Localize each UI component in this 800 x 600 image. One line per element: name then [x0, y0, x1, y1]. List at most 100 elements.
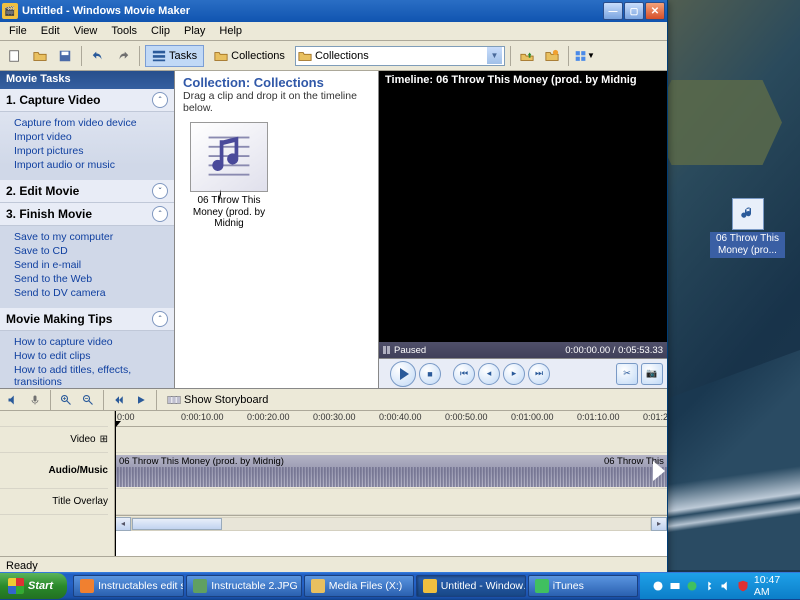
- audio-clip-repeat-label[interactable]: 06 Throw This Money (prod. by Mid: [600, 455, 667, 487]
- step-back-button[interactable]: ◂: [478, 363, 500, 385]
- scroll-thumb[interactable]: [132, 518, 222, 530]
- maximize-button[interactable]: ▢: [624, 2, 644, 20]
- stop-button[interactable]: ■: [419, 363, 441, 385]
- shield-icon[interactable]: [737, 579, 749, 593]
- task-group-edit[interactable]: 2. Edit Movie ˇ: [0, 180, 174, 203]
- rewind-timeline-button[interactable]: [110, 391, 128, 409]
- link-import-audio[interactable]: Import audio or music: [14, 158, 168, 172]
- task-group-tips[interactable]: Movie Making Tips ˆ: [0, 308, 174, 331]
- show-storyboard-label: Show Storyboard: [184, 394, 268, 406]
- start-button[interactable]: Start: [0, 573, 67, 599]
- collections-toggle[interactable]: Collections: [207, 45, 292, 67]
- taskbar-item-2[interactable]: Media Files (X:): [304, 575, 414, 597]
- chevron-up-icon: ˆ: [152, 311, 168, 327]
- window-titlebar[interactable]: 🎬 Untitled - Windows Movie Maker — ▢: [0, 0, 667, 22]
- bluetooth-icon[interactable]: [703, 579, 715, 593]
- redo-button[interactable]: [112, 45, 134, 67]
- tray-icon[interactable]: [652, 579, 664, 593]
- view-mode-button[interactable]: ▼: [574, 45, 596, 67]
- tasks-icon: [152, 49, 166, 63]
- taskbar-item-0[interactable]: Instructables edit st…: [73, 575, 184, 597]
- movie-maker-window: 🎬 Untitled - Windows Movie Maker — ▢ Fil…: [0, 0, 668, 575]
- link-send-web[interactable]: Send to the Web: [14, 272, 168, 286]
- expand-video-icon[interactable]: ⊞: [100, 434, 108, 445]
- menu-bar: File Edit View Tools Clip Play Help: [0, 22, 667, 41]
- desktop-file-icon[interactable]: 06 Throw This Money (pro...: [710, 198, 785, 258]
- snapshot-button[interactable]: 📷: [641, 363, 663, 385]
- taskbar-item-4[interactable]: iTunes: [528, 575, 638, 597]
- menu-edit[interactable]: Edit: [34, 24, 67, 38]
- link-import-pictures[interactable]: Import pictures: [14, 144, 168, 158]
- save-project-button[interactable]: [54, 45, 76, 67]
- title-overlay-track[interactable]: [115, 489, 667, 515]
- link-howto-edit[interactable]: How to edit clips: [14, 349, 168, 363]
- zoom-in-button[interactable]: [57, 391, 75, 409]
- task-group-capture[interactable]: 1. Capture Video ˆ: [0, 89, 174, 112]
- link-capture-device[interactable]: Capture from video device: [14, 116, 168, 130]
- menu-tools[interactable]: Tools: [104, 24, 144, 38]
- preview-status-bar: Paused 0:00:00.00 / 0:05:53.33: [379, 342, 667, 358]
- audio-track[interactable]: 06 Throw This Money (prod. by Midnig) 06…: [115, 453, 667, 489]
- audio-levels-button[interactable]: [4, 391, 22, 409]
- clip-item[interactable]: 06 Throw This Money (prod. by Midnig: [183, 122, 275, 230]
- play-button[interactable]: [390, 361, 416, 387]
- system-tray[interactable]: 10:47 AM: [640, 573, 800, 599]
- collection-dropdown[interactable]: Collections ▼: [295, 46, 505, 66]
- preview-stage[interactable]: [379, 89, 667, 342]
- close-button[interactable]: [645, 2, 665, 20]
- taskbar-item-3[interactable]: Untitled - Window…: [416, 575, 526, 597]
- open-project-button[interactable]: [29, 45, 51, 67]
- zoom-out-button[interactable]: [79, 391, 97, 409]
- preview-state: Paused: [394, 345, 426, 356]
- timeline-h-scrollbar[interactable]: ◂ ▸: [115, 515, 667, 531]
- volume-icon[interactable]: [720, 579, 732, 593]
- playhead[interactable]: [115, 411, 116, 556]
- audio-track-label: Audio/Music: [49, 465, 108, 476]
- clip-name: 06 Throw This Money (prod. by Midnig: [183, 195, 275, 230]
- time-ruler[interactable]: 0:00 0:00:10.00 0:00:20.00 0:00:30.00 0:…: [115, 411, 667, 427]
- minimize-button[interactable]: —: [603, 2, 623, 20]
- chevron-up-icon: ˆ: [152, 206, 168, 222]
- menu-view[interactable]: View: [67, 24, 105, 38]
- menu-file[interactable]: File: [2, 24, 34, 38]
- link-send-dv[interactable]: Send to DV camera: [14, 286, 168, 300]
- next-clip-button[interactable]: ⏭: [528, 363, 550, 385]
- title-track-label: Title Overlay: [52, 496, 108, 507]
- menu-play[interactable]: Play: [177, 24, 212, 38]
- task-pane-title: Movie Tasks: [0, 71, 174, 89]
- timeline-tracks[interactable]: 0:00 0:00:10.00 0:00:20.00 0:00:30.00 0:…: [115, 411, 667, 556]
- up-level-button[interactable]: [516, 45, 538, 67]
- link-save-cd[interactable]: Save to CD: [14, 244, 168, 258]
- undo-button[interactable]: [87, 45, 109, 67]
- scroll-left-button[interactable]: ◂: [115, 517, 131, 531]
- tray-icon[interactable]: [669, 579, 681, 593]
- menu-help[interactable]: Help: [212, 24, 249, 38]
- split-clip-button[interactable]: ✂: [616, 363, 638, 385]
- task-group-finish[interactable]: 3. Finish Movie ˆ: [0, 203, 174, 226]
- play-timeline-button[interactable]: [132, 391, 150, 409]
- preview-timecode: 0:00:00.00 / 0:05:53.33: [565, 345, 663, 356]
- new-project-button[interactable]: [4, 45, 26, 67]
- video-track[interactable]: [115, 427, 667, 453]
- collection-pane: Collection: Collections Drag a clip and …: [175, 71, 379, 388]
- menu-clip[interactable]: Clip: [144, 24, 177, 38]
- taskbar-item-1[interactable]: Instructable 2.JPG - …: [186, 575, 301, 597]
- prev-clip-button[interactable]: ⏮: [453, 363, 475, 385]
- link-save-computer[interactable]: Save to my computer: [14, 230, 168, 244]
- tasks-toggle[interactable]: Tasks: [145, 45, 204, 67]
- link-send-email[interactable]: Send in e-mail: [14, 258, 168, 272]
- narrate-button[interactable]: [26, 391, 44, 409]
- link-howto-capture[interactable]: How to capture video: [14, 335, 168, 349]
- show-storyboard-button[interactable]: Show Storyboard: [163, 393, 272, 407]
- audio-clip[interactable]: 06 Throw This Money (prod. by Midnig): [115, 455, 667, 487]
- clock[interactable]: 10:47 AM: [754, 574, 792, 598]
- step-forward-button[interactable]: ▸: [503, 363, 525, 385]
- link-howto-titles[interactable]: How to add titles, effects, transitions: [14, 363, 168, 388]
- tray-icon[interactable]: [686, 579, 698, 593]
- tasks-label: Tasks: [169, 50, 197, 62]
- scroll-right-button[interactable]: ▸: [651, 517, 667, 531]
- collections-label: Collections: [231, 50, 285, 62]
- clip-continues-icon: [653, 461, 665, 481]
- new-folder-button[interactable]: [541, 45, 563, 67]
- link-import-video[interactable]: Import video: [14, 130, 168, 144]
